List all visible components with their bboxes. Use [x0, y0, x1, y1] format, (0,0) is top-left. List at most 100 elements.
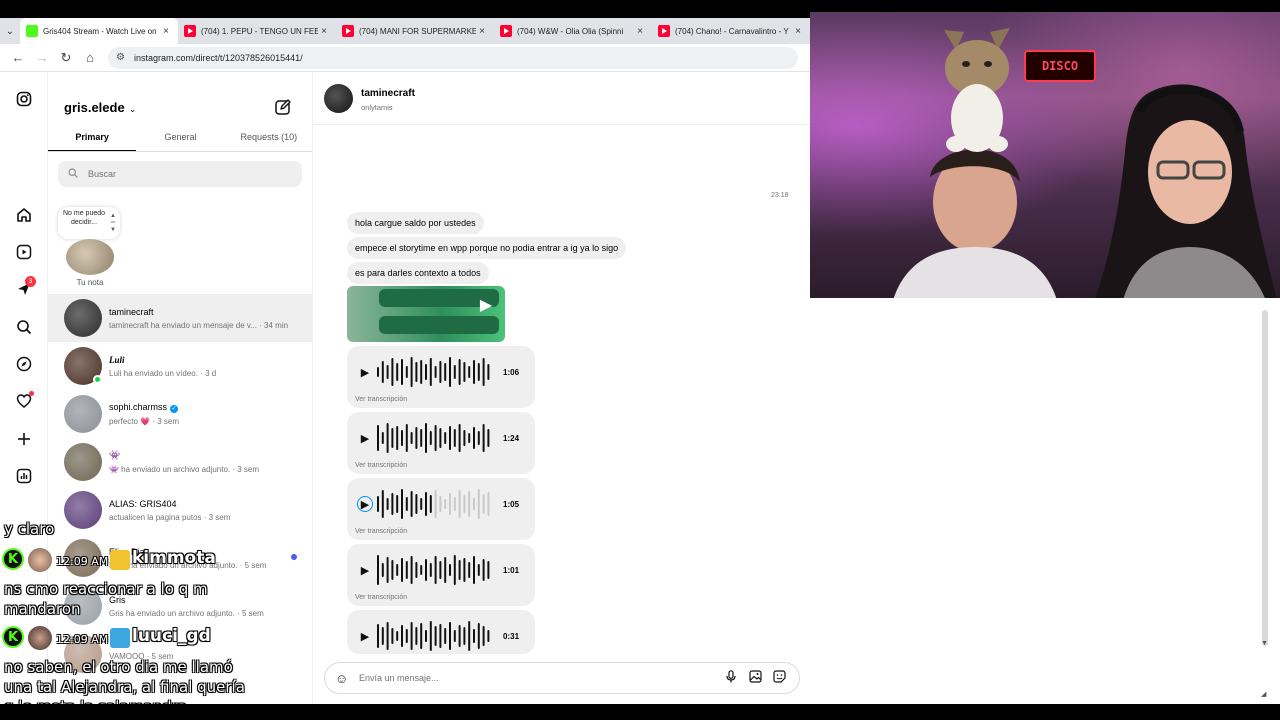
- dashboard-icon[interactable]: [14, 466, 34, 486]
- close-icon[interactable]: ×: [634, 26, 646, 37]
- avatar[interactable]: [64, 299, 102, 337]
- new-message-icon[interactable]: [274, 98, 292, 116]
- voice-message[interactable]: ▶ 1:01 Ver transcripción: [347, 544, 535, 606]
- thread-row[interactable]: sophi.charmss ✓ perfecto 💗 · 3 sem: [48, 390, 312, 438]
- avatar[interactable]: [64, 347, 102, 385]
- message-bubble[interactable]: hola cargue saldo por ustedes: [347, 212, 484, 234]
- instagram-logo-icon[interactable]: [14, 89, 34, 109]
- waveform-bar: [405, 497, 408, 511]
- search-box[interactable]: [58, 161, 302, 187]
- play-icon[interactable]: ▶: [357, 430, 373, 446]
- play-icon[interactable]: ▶: [475, 294, 497, 316]
- close-icon[interactable]: ×: [792, 26, 804, 37]
- thread-row[interactable]: 👾 👾 ha enviado un archivo adjunto. · 3 se…: [48, 438, 312, 486]
- waveform[interactable]: [375, 356, 493, 388]
- avatar: [28, 626, 52, 650]
- waveform-bar: [439, 361, 442, 383]
- thread-row[interactable]: taminecraft taminecraft ha enviado un men…: [48, 294, 312, 342]
- voice-message[interactable]: ▶ 1:24 Ver transcripción: [347, 412, 535, 474]
- thread-meta: Luli Luli ha enviado un vídeo. · 3 d: [109, 355, 216, 378]
- back-arrow-icon[interactable]: ←: [6, 46, 30, 70]
- overlay-chat-line: y claro: [4, 520, 55, 538]
- view-transcript-link[interactable]: Ver transcripción: [355, 594, 407, 601]
- note-bubble[interactable]: No me puedo decidir... ▲ ═ ▼: [58, 207, 120, 239]
- folder-tab[interactable]: Requests (10): [225, 126, 312, 151]
- avatar[interactable]: [324, 84, 353, 113]
- waveform[interactable]: [375, 620, 493, 652]
- avatar: [28, 548, 52, 572]
- conversation-header: taminecraft onlytamis: [313, 72, 810, 125]
- reload-icon[interactable]: ↻: [54, 46, 78, 70]
- thread-preview: Luli ha enviado un vídeo. · 3 d: [109, 368, 217, 378]
- inbox-panel: gris.elede ⌄ Primary General Requests (10) …: [48, 72, 313, 720]
- my-note[interactable]: No me puedo decidir... ▲ ═ ▼ Tu nota: [58, 207, 122, 287]
- voice-message[interactable]: ▶ 1:06 Ver transcripción: [347, 346, 535, 408]
- browser-tab[interactable]: (704) W&W - Olia Olia (Spinni ×: [494, 18, 652, 44]
- view-transcript-link[interactable]: Ver transcripción: [355, 396, 407, 403]
- close-icon[interactable]: ×: [476, 26, 488, 37]
- folder-tab[interactable]: General: [136, 126, 224, 151]
- gallery-icon[interactable]: [743, 670, 767, 686]
- home-icon[interactable]: [14, 205, 34, 225]
- home-icon[interactable]: ⌂: [78, 46, 102, 70]
- waveform-bar: [386, 498, 389, 510]
- voice-message[interactable]: ▶ 0:31: [347, 610, 535, 654]
- video-message[interactable]: ▶: [347, 286, 505, 342]
- search-input[interactable]: [88, 169, 278, 179]
- explore-icon[interactable]: [14, 354, 34, 374]
- waveform-bar: [386, 622, 389, 650]
- browser-tab[interactable]: (704) MANI FOR SUPERMARKET ×: [336, 18, 494, 44]
- play-icon[interactable]: ▶: [357, 562, 373, 578]
- voice-message[interactable]: ▶ 1:05 Ver transcripción: [347, 478, 535, 540]
- waveform-bar: [410, 357, 413, 387]
- waveform-bar: [463, 362, 466, 382]
- conversation-name[interactable]: taminecraft: [361, 88, 415, 99]
- avatar[interactable]: [64, 491, 102, 529]
- play-icon[interactable]: ▶: [357, 496, 373, 512]
- webcam-overlay: DISCO: [810, 12, 1280, 298]
- address-bar[interactable]: ⚙ instagram.com/direct/t/120378526015441…: [108, 46, 798, 69]
- site-settings-icon[interactable]: ⚙: [116, 52, 128, 63]
- close-icon[interactable]: ×: [160, 26, 172, 37]
- waveform[interactable]: [375, 554, 493, 586]
- scroll-down-arrow-icon[interactable]: ▼: [1261, 640, 1268, 647]
- heart-icon[interactable]: [14, 391, 34, 411]
- forward-arrow-icon[interactable]: →: [30, 46, 54, 70]
- emoji-icon[interactable]: ☺: [335, 671, 351, 686]
- waveform-bar: [391, 428, 394, 448]
- thread-row[interactable]: Luli Luli ha enviado un vídeo. · 3 d: [48, 342, 312, 390]
- sticker-icon[interactable]: [767, 670, 791, 686]
- page-background-right: [810, 298, 1280, 704]
- thread-name: 👾: [109, 450, 259, 461]
- folder-tab[interactable]: Primary: [48, 126, 137, 151]
- waveform-bar: [415, 362, 418, 382]
- youtube-icon: [342, 25, 354, 37]
- view-transcript-link[interactable]: Ver transcripción: [355, 528, 407, 535]
- waveform[interactable]: [375, 488, 493, 520]
- close-icon[interactable]: ×: [318, 26, 330, 37]
- play-icon[interactable]: ▶: [357, 628, 373, 644]
- microphone-icon[interactable]: [719, 670, 743, 686]
- message-bubble[interactable]: empece el storytime en wpp porque no pod…: [347, 237, 627, 259]
- waveform[interactable]: [375, 422, 493, 454]
- message-bubble[interactable]: es para darles contexto a todos: [347, 262, 489, 284]
- create-plus-icon[interactable]: [14, 429, 34, 449]
- tab-search-chevron-icon[interactable]: ⌄: [0, 18, 20, 44]
- view-transcript-link[interactable]: Ver transcripción: [355, 462, 407, 469]
- thread-row[interactable]: ALIAS: GRIS404 actualicen la pagina putos…: [48, 486, 312, 534]
- avatar[interactable]: [64, 443, 102, 481]
- search-icon[interactable]: [14, 317, 34, 337]
- avatar[interactable]: [66, 239, 114, 275]
- browser-tab[interactable]: (704) Chano! - Carnavalintro - Y ×: [652, 18, 810, 44]
- reels-icon[interactable]: [14, 242, 34, 262]
- browser-tab[interactable]: Gris404 Stream - Watch Live on ×: [20, 18, 178, 44]
- page-scrollbar[interactable]: [1262, 310, 1268, 646]
- avatar[interactable]: [64, 395, 102, 433]
- waveform-bar: [405, 424, 408, 452]
- message-input[interactable]: [359, 673, 719, 683]
- messages-icon[interactable]: 3: [14, 276, 36, 299]
- play-icon[interactable]: ▶: [357, 364, 373, 380]
- browser-tab[interactable]: (704) 1. PEPU - TENGO UN FEEL ×: [178, 18, 336, 44]
- resize-corner-icon: ◢: [1261, 691, 1267, 698]
- account-switcher[interactable]: gris.elede ⌄: [64, 100, 136, 115]
